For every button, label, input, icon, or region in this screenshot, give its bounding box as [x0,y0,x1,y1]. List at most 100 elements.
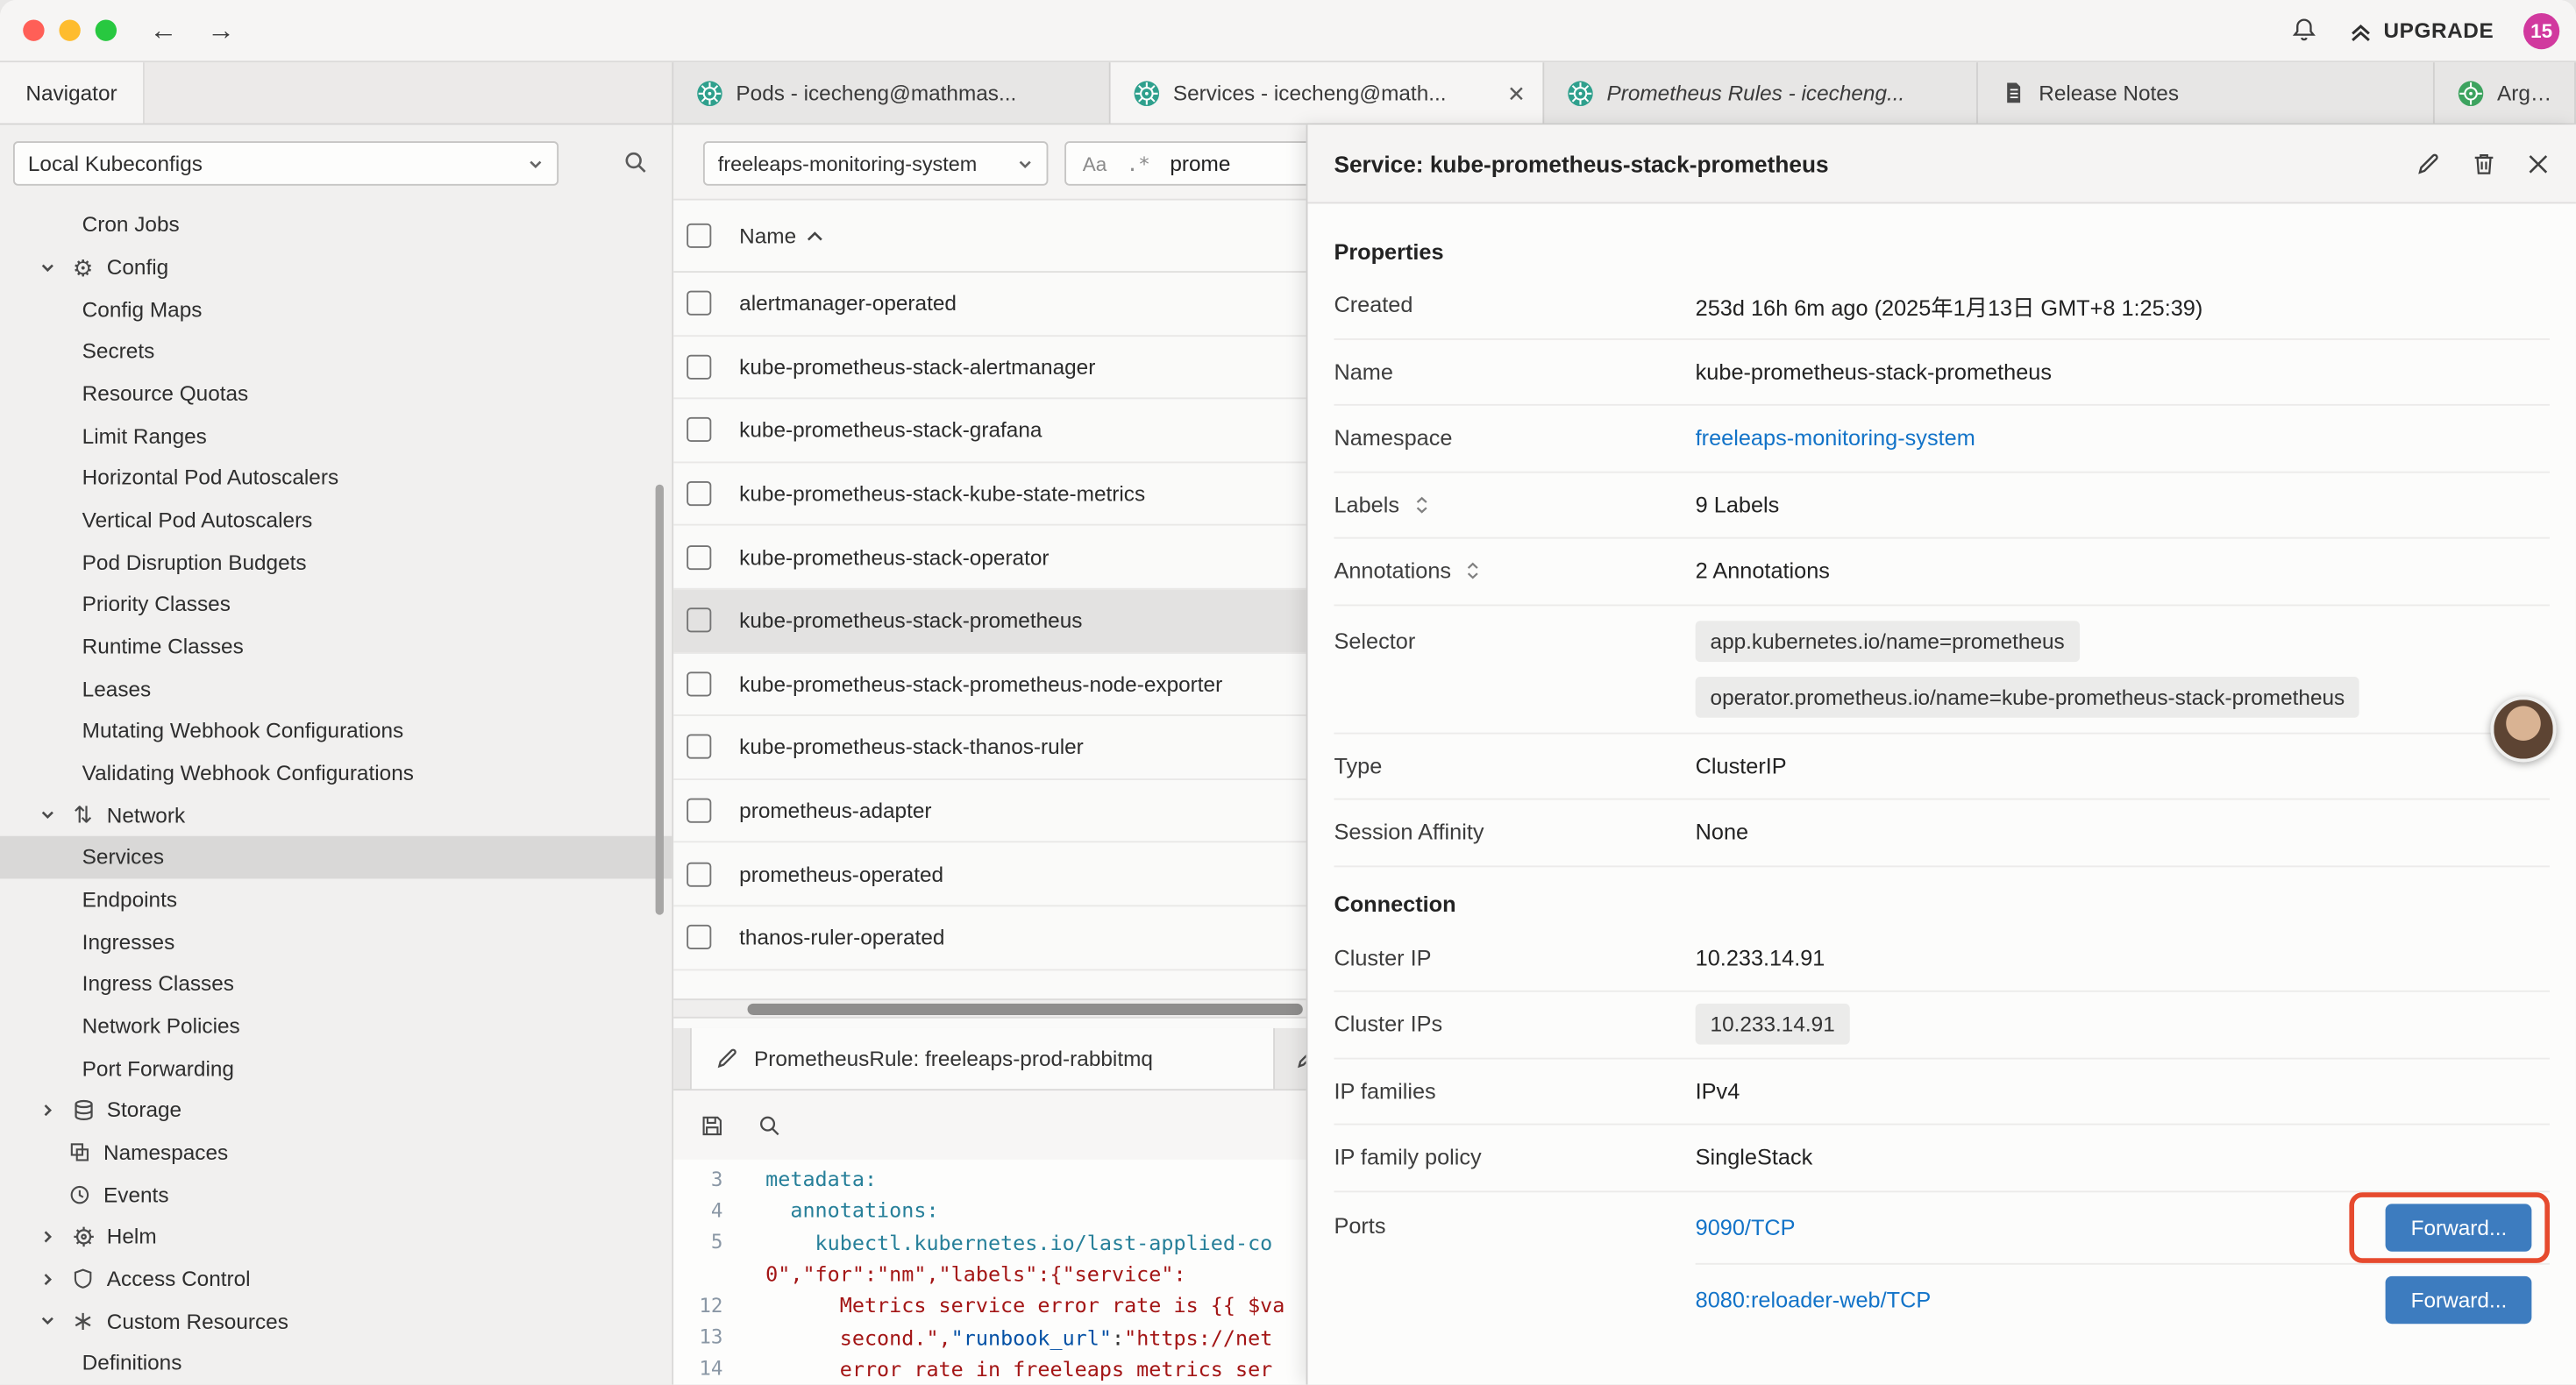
sidebar-item-storage[interactable]: Storage [0,1089,672,1131]
tab-services-active[interactable]: Services - icecheng@math... [1111,62,1545,123]
sidebar-item-port-forwarding[interactable]: Port Forwarding [0,1047,672,1089]
nav-forward-button[interactable]: → [207,14,235,46]
drawer-row-namespace: Namespace freeleaps-monitoring-system [1334,406,2550,472]
sidebar-item-network[interactable]: ⇅ Network [0,794,672,836]
shield-icon [69,1268,97,1289]
sidebar-item-definitions[interactable]: Definitions [0,1342,672,1384]
sidebar-item-config[interactable]: ⚙ Config [0,245,672,288]
search-icon[interactable] [758,1112,782,1137]
drawer-header: Service: kube-prometheus-stack-prometheu… [1307,124,2575,203]
row-checkbox[interactable] [687,799,711,823]
save-icon[interactable] [700,1112,724,1137]
notification-count-badge[interactable]: 15 [2523,12,2559,48]
expander-icon[interactable] [1464,560,1483,581]
match-case-toggle[interactable]: Aa [1083,152,1107,174]
regex-toggle[interactable]: .* [1127,152,1150,174]
select-all-checkbox[interactable] [687,224,711,248]
sidebar-item-label: Validating Webhook Configurations [82,761,414,785]
sidebar-item-label: Config Maps [82,297,203,322]
namespace-filter-dropdown[interactable]: freeleaps-monitoring-system [703,141,1048,186]
sidebar-item-mutating-webhook-configurations[interactable]: Mutating Webhook Configurations [0,710,672,752]
row-checkbox[interactable] [687,291,711,316]
close-tab-icon[interactable] [1506,83,1526,103]
column-header-name[interactable]: Name [739,224,822,248]
tab-release-notes[interactable]: Release Notes [1978,62,2435,123]
app-window: ← → UPGRADE 15 Navigator Pods - icechen [0,0,2576,1385]
sidebar-item-secrets[interactable]: Secrets [0,330,672,373]
row-checkbox[interactable] [687,355,711,380]
nav-back-button[interactable]: ← [150,14,178,46]
column-header-label: Name [739,224,796,248]
sidebar-scrollbar[interactable] [656,485,664,915]
zoom-window-button[interactable] [96,19,117,40]
tab-prometheus-rules[interactable]: Prometheus Rules - icecheng... [1544,62,1978,123]
dock-tab-prometheusrule[interactable]: PrometheusRule: freeleaps-prod-rabbitmq [690,1028,1275,1089]
port-link[interactable]: 8080:reloader-web/TCP [1696,1288,1932,1312]
search-icon[interactable] [623,150,649,176]
sidebar-item-network-policies[interactable]: Network Policies [0,1005,672,1047]
kubeconfig-selector[interactable]: Local Kubeconfigs [13,141,559,186]
sidebar-item-limit-ranges[interactable]: Limit Ranges [0,415,672,457]
drawer-row-annotations: Annotations 2 Annotations [1334,539,2550,606]
sidebar-item-runtime-classes[interactable]: Runtime Classes [0,625,672,667]
row-value: ClusterIP [1696,754,2550,778]
tab-label: Services - icecheng@math... [1173,81,1447,105]
forward-button[interactable]: Forward... [2387,1203,2532,1250]
sidebar-item-priority-classes[interactable]: Priority Classes [0,583,672,625]
sidebar-item-events[interactable]: Events [0,1174,672,1216]
traffic-lights [23,19,117,40]
presence-avatar[interactable] [2491,696,2557,762]
tab-argo[interactable]: Argo Se [2435,62,2576,123]
sidebar-item-services[interactable]: Services [0,836,672,878]
namespace-link[interactable]: freeleaps-monitoring-system [1696,426,1975,451]
row-checkbox[interactable] [687,925,711,949]
sidebar-item-label: Mutating Webhook Configurations [82,719,404,743]
expander-icon[interactable] [1413,494,1431,515]
row-label: Labels [1334,493,1399,517]
sidebar-item-leases[interactable]: Leases [0,667,672,709]
sidebar-item-validating-webhook-configurations[interactable]: Validating Webhook Configurations [0,752,672,794]
sidebar-item-custom-resources[interactable]: Custom Resources [0,1300,672,1342]
sidebar-item-horizontal-pod-autoscalers[interactable]: Horizontal Pod Autoscalers [0,457,672,499]
sidebar-item-resource-quotas[interactable]: Resource Quotas [0,373,672,415]
port-link[interactable]: 9090/TCP [1696,1215,1796,1239]
sidebar-item-label: Ingresses [82,929,175,954]
sidebar-item-config-maps[interactable]: Config Maps [0,288,672,330]
horizontal-scrollbar-thumb[interactable] [748,1004,1303,1015]
row-checkbox[interactable] [687,608,711,633]
sidebar-item-cron-jobs[interactable]: Cron Jobs [0,203,672,245]
sidebar-item-access-control[interactable]: Access Control [0,1258,672,1300]
sidebar-item-label: Horizontal Pod Autoscalers [82,465,338,490]
row-label: Namespace [1334,426,1695,451]
forward-button[interactable]: Forward... [2387,1276,2532,1324]
row-checkbox[interactable] [687,862,711,886]
row-checkbox[interactable] [687,671,711,696]
row-checkbox[interactable] [687,418,711,443]
dock-tab-label: PrometheusRule: freeleaps-prod-rabbitmq [754,1047,1153,1071]
service-name: kube-prometheus-stack-operator [739,544,1049,569]
tab-label: Argo Se [2497,81,2558,105]
sidebar-item-helm[interactable]: Helm [0,1216,672,1258]
close-icon[interactable] [2527,152,2550,174]
row-value: SingleStack [1696,1145,2550,1169]
pencil-icon[interactable] [2415,150,2441,176]
custom-resources-icon [69,1310,97,1332]
navigator-tree: Cron Jobs ⚙ Config Config Maps Secrets R… [0,203,672,1384]
row-checkbox[interactable] [687,481,711,506]
sidebar-item-ingress-classes[interactable]: Ingress Classes [0,962,672,1005]
sidebar-item-endpoints[interactable]: Endpoints [0,878,672,920]
row-checkbox[interactable] [687,735,711,759]
drawer-row-selector: Selector app.kubernetes.io/name=promethe… [1334,605,2550,733]
tab-pods[interactable]: Pods - icecheng@mathmas... [673,62,1110,123]
sidebar-item-ingresses[interactable]: Ingresses [0,920,672,962]
namespaces-icon [66,1141,94,1162]
sidebar-item-pod-disruption-budgets[interactable]: Pod Disruption Budgets [0,541,672,583]
trash-icon[interactable] [2471,150,2497,176]
bell-icon[interactable] [2290,17,2318,45]
minimize-window-button[interactable] [59,19,80,40]
sidebar-item-vertical-pod-autoscalers[interactable]: Vertical Pod Autoscalers [0,499,672,541]
close-window-button[interactable] [23,19,44,40]
sidebar-item-namespaces[interactable]: Namespaces [0,1132,672,1174]
row-checkbox[interactable] [687,544,711,569]
upgrade-button[interactable]: UPGRADE [2347,18,2494,44]
